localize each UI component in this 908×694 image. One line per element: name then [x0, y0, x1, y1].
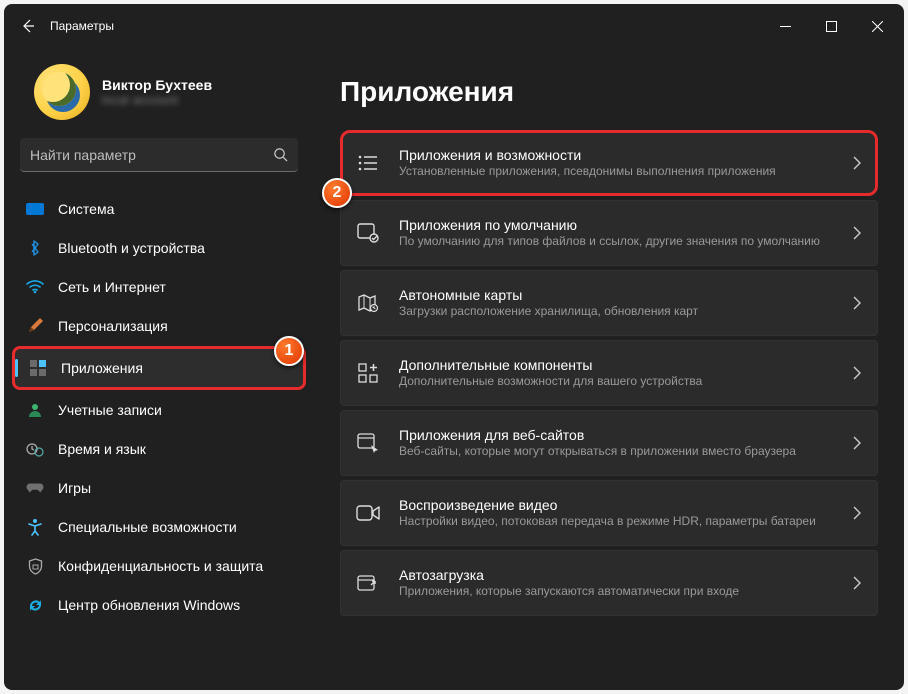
card-subtitle: Веб-сайты, которые могут открываться в п…	[399, 443, 835, 459]
card-body: Приложения для веб-сайтов Веб-сайты, кот…	[399, 427, 835, 459]
card-subtitle: Установленные приложения, псевдонимы вып…	[399, 163, 835, 179]
sidebar-item-label: Персонализация	[58, 318, 168, 334]
card-body: Дополнительные компоненты Дополнительные…	[399, 357, 835, 389]
card-body: Приложения по умолчанию По умолчанию для…	[399, 217, 835, 249]
profile[interactable]: Виктор Бухтеев local account	[12, 58, 306, 138]
card-title: Приложения и возможности	[399, 147, 835, 163]
card-subtitle: Приложения, которые запускаются автомати…	[399, 583, 835, 599]
card-apps-features[interactable]: Приложения и возможности Установленные п…	[340, 130, 878, 196]
website-app-icon	[355, 433, 381, 453]
sidebar-item-accounts[interactable]: Учетные записи	[12, 391, 306, 429]
map-icon	[355, 293, 381, 313]
card-title: Автозагрузка	[399, 567, 835, 583]
settings-window: Параметры Виктор Бухтеев local account	[4, 4, 904, 690]
card-body: Автономные карты Загрузки расположение х…	[399, 287, 835, 319]
video-icon	[355, 505, 381, 521]
content: Виктор Бухтеев local account Система	[4, 48, 904, 690]
chevron-right-icon	[853, 156, 861, 170]
shield-icon	[26, 557, 44, 575]
clock-globe-icon	[26, 440, 44, 458]
chevron-right-icon	[853, 576, 861, 590]
default-apps-icon	[355, 223, 381, 243]
close-button[interactable]	[854, 10, 900, 42]
sidebar-item-label: Время и язык	[58, 441, 146, 457]
cards-list: Приложения и возможности Установленные п…	[340, 130, 878, 616]
sidebar-item-time-language[interactable]: Время и язык	[12, 430, 306, 468]
nav: Система Bluetooth и устройства Сеть и Ин…	[12, 190, 306, 624]
card-video-playback[interactable]: Воспроизведение видео Настройки видео, п…	[340, 480, 878, 546]
chevron-right-icon	[853, 436, 861, 450]
callout-1: 1	[274, 336, 304, 366]
avatar	[34, 64, 90, 120]
sidebar-item-label: Центр обновления Windows	[58, 597, 240, 613]
accessibility-icon	[26, 518, 44, 536]
sidebar-item-label: Система	[58, 201, 114, 217]
profile-subtext: local account	[102, 93, 212, 107]
sidebar-item-label: Сеть и Интернет	[58, 279, 166, 295]
card-default-apps[interactable]: Приложения по умолчанию По умолчанию для…	[340, 200, 878, 266]
card-subtitle: Загрузки расположение хранилища, обновле…	[399, 303, 835, 319]
card-title: Дополнительные компоненты	[399, 357, 835, 373]
maximize-button[interactable]	[808, 10, 854, 42]
chevron-right-icon	[853, 226, 861, 240]
sidebar-item-label: Учетные записи	[58, 402, 162, 418]
card-apps-for-websites[interactable]: Приложения для веб-сайтов Веб-сайты, кот…	[340, 410, 878, 476]
card-subtitle: Настройки видео, потоковая передача в ре…	[399, 513, 835, 529]
sidebar-item-label: Конфиденциальность и защита	[58, 558, 263, 574]
chevron-right-icon	[853, 366, 861, 380]
brush-icon	[26, 317, 44, 335]
search-input[interactable]	[30, 147, 273, 163]
profile-text: Виктор Бухтеев local account	[102, 77, 212, 107]
system-icon	[26, 200, 44, 218]
app-title: Параметры	[48, 19, 114, 33]
back-button[interactable]	[8, 6, 48, 46]
sidebar-item-label: Bluetooth и устройства	[58, 240, 205, 256]
card-title: Приложения по умолчанию	[399, 217, 835, 233]
sidebar: Виктор Бухтеев local account Система	[4, 48, 314, 690]
search-icon	[273, 147, 288, 162]
card-title: Воспроизведение видео	[399, 497, 835, 513]
card-body: Автозагрузка Приложения, которые запуска…	[399, 567, 835, 599]
sidebar-item-label: Приложения	[61, 360, 143, 376]
chevron-right-icon	[853, 506, 861, 520]
sidebar-item-network[interactable]: Сеть и Интернет	[12, 268, 306, 306]
components-icon	[355, 363, 381, 383]
card-startup[interactable]: Автозагрузка Приложения, которые запуска…	[340, 550, 878, 616]
card-subtitle: Дополнительные возможности для вашего ус…	[399, 373, 835, 389]
sidebar-item-personalization[interactable]: Персонализация	[12, 307, 306, 345]
minimize-button[interactable]	[762, 10, 808, 42]
sidebar-item-gaming[interactable]: Игры	[12, 469, 306, 507]
sidebar-item-apps[interactable]: Приложения	[12, 346, 306, 390]
profile-name: Виктор Бухтеев	[102, 77, 212, 93]
callout-2: 2	[322, 178, 352, 208]
window-controls	[762, 10, 900, 42]
startup-icon	[355, 573, 381, 593]
person-icon	[26, 401, 44, 419]
sidebar-item-bluetooth[interactable]: Bluetooth и устройства	[12, 229, 306, 267]
sidebar-item-system[interactable]: Система	[12, 190, 306, 228]
search-box[interactable]	[20, 138, 298, 172]
bluetooth-icon	[26, 239, 44, 257]
card-body: Воспроизведение видео Настройки видео, п…	[399, 497, 835, 529]
chevron-right-icon	[853, 296, 861, 310]
card-title: Автономные карты	[399, 287, 835, 303]
page-title: Приложения	[340, 76, 878, 108]
update-icon	[26, 596, 44, 614]
sidebar-item-label: Специальные возможности	[58, 519, 237, 535]
apps-icon	[29, 359, 47, 377]
sidebar-item-windows-update[interactable]: Центр обновления Windows	[12, 586, 306, 624]
list-icon	[355, 154, 381, 172]
card-optional-features[interactable]: Дополнительные компоненты Дополнительные…	[340, 340, 878, 406]
main-panel: Приложения Приложения и возможности Уста…	[314, 48, 904, 690]
sidebar-item-privacy[interactable]: Конфиденциальность и защита	[12, 547, 306, 585]
sidebar-item-label: Игры	[58, 480, 91, 496]
card-subtitle: По умолчанию для типов файлов и ссылок, …	[399, 233, 835, 249]
titlebar: Параметры	[4, 4, 904, 48]
gamepad-icon	[26, 479, 44, 497]
wifi-icon	[26, 278, 44, 296]
card-offline-maps[interactable]: Автономные карты Загрузки расположение х…	[340, 270, 878, 336]
card-body: Приложения и возможности Установленные п…	[399, 147, 835, 179]
sidebar-item-accessibility[interactable]: Специальные возможности	[12, 508, 306, 546]
card-title: Приложения для веб-сайтов	[399, 427, 835, 443]
